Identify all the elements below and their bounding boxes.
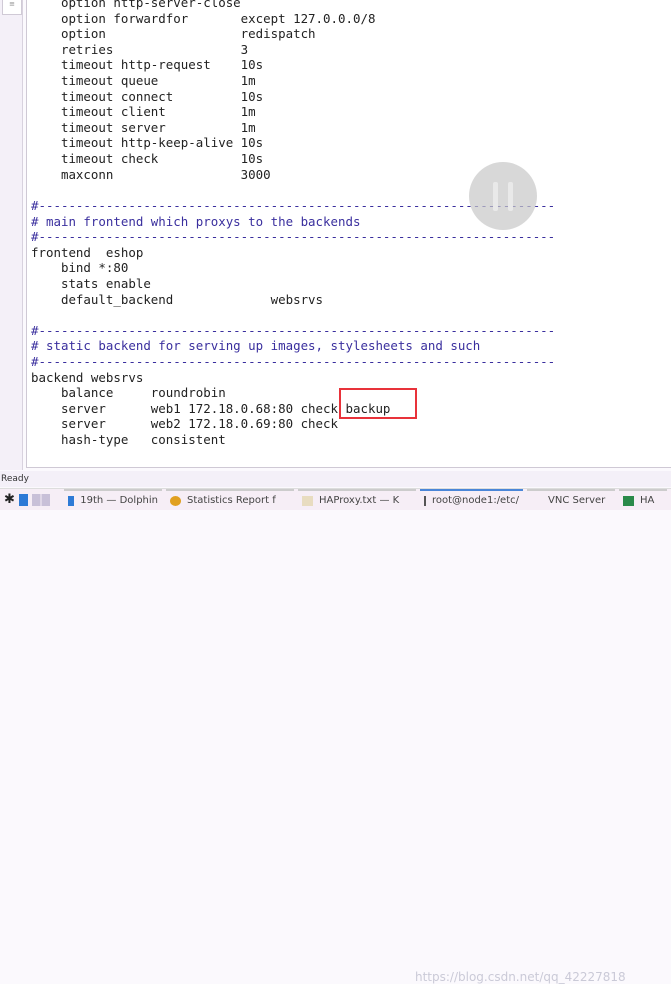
code-line: timeout http-keep-alive 10s [31,135,264,151]
task-label: HAProxy.txt — K [319,495,400,506]
status-text: Ready [1,474,29,484]
taskbar: ✱ 19th — Dolphin Statistics Report f HAPro… [0,488,671,984]
comment-line: #---------------------------------------… [31,354,556,370]
code-line: balance roundrobin [31,385,226,401]
terminal-icon [424,495,426,506]
task-label: Statistics Report f [187,495,276,506]
code-line: timeout check 10s [31,151,264,167]
text-file-icon [302,495,313,506]
watermark: https://blog.csdn.net/qq_42227818 [415,970,626,984]
code-line: retries 3 [31,41,249,57]
task-folder[interactable]: 19th — Dolphin [64,489,162,510]
code-line: server web1 172.18.0.68:80 check backup [31,400,391,416]
folder-icon [68,495,75,506]
code-line: server web2 172.18.0.69:80 check [31,416,339,432]
task-label: root@node1:/etc/ [431,495,519,506]
code-line: frontend eshop [31,244,144,260]
side-tab[interactable]: ≡ [2,0,22,15]
pager-icon[interactable] [31,493,50,506]
task-text-file[interactable]: HAProxy.txt — K [298,489,416,510]
comment-line: #---------------------------------------… [31,322,556,338]
code-content: option http-server-close option forwardf… [31,0,555,448]
vnc-icon [531,496,542,506]
highlight-box-backup [339,388,417,419]
code-line: timeout http-request 10s [31,57,264,73]
code-line: option http-server-close [31,0,241,10]
code-line: timeout client 1m [31,104,256,120]
code-line: bind *:80 [31,260,129,276]
folder-icon[interactable] [18,493,28,506]
comment-line: # static backend for serving up images, … [31,338,481,354]
pause-overlay-button[interactable] [469,162,537,230]
task-vnc[interactable]: VNC Server [527,489,615,510]
pause-icon [493,182,498,211]
code-line: timeout server 1m [31,119,256,135]
task-label: HA [640,495,655,506]
pause-icon-bar [508,182,513,211]
code-line: hash-type consistent [31,432,226,448]
code-line: timeout queue 1m [31,73,256,89]
code-line: backend websrvs [31,369,144,385]
left-panel: ≡ [0,0,23,470]
code-line: timeout connect 10s [31,88,264,104]
task-chrome[interactable]: Statistics Report f [166,489,294,510]
task-label: 19th — Dolphin [80,495,158,506]
task-window[interactable]: HA [619,489,667,510]
task-label: VNC Server [548,495,606,506]
chrome-icon [170,495,181,506]
code-line: option forwardfor except 127.0.0.0/8 [31,10,376,26]
status-bar: Ready [0,471,671,487]
code-line: stats enable [31,275,151,291]
window-icon [623,495,634,506]
code-line: default_backend websrvs [31,291,324,307]
comment-line: #---------------------------------------… [31,229,556,245]
code-line: option redispatch [31,26,316,42]
kde-menu-icon[interactable]: ✱ [4,493,15,506]
text-editor[interactable]: option http-server-close option forwardf… [26,0,671,468]
task-terminal[interactable]: root@node1:/etc/ [420,489,523,510]
